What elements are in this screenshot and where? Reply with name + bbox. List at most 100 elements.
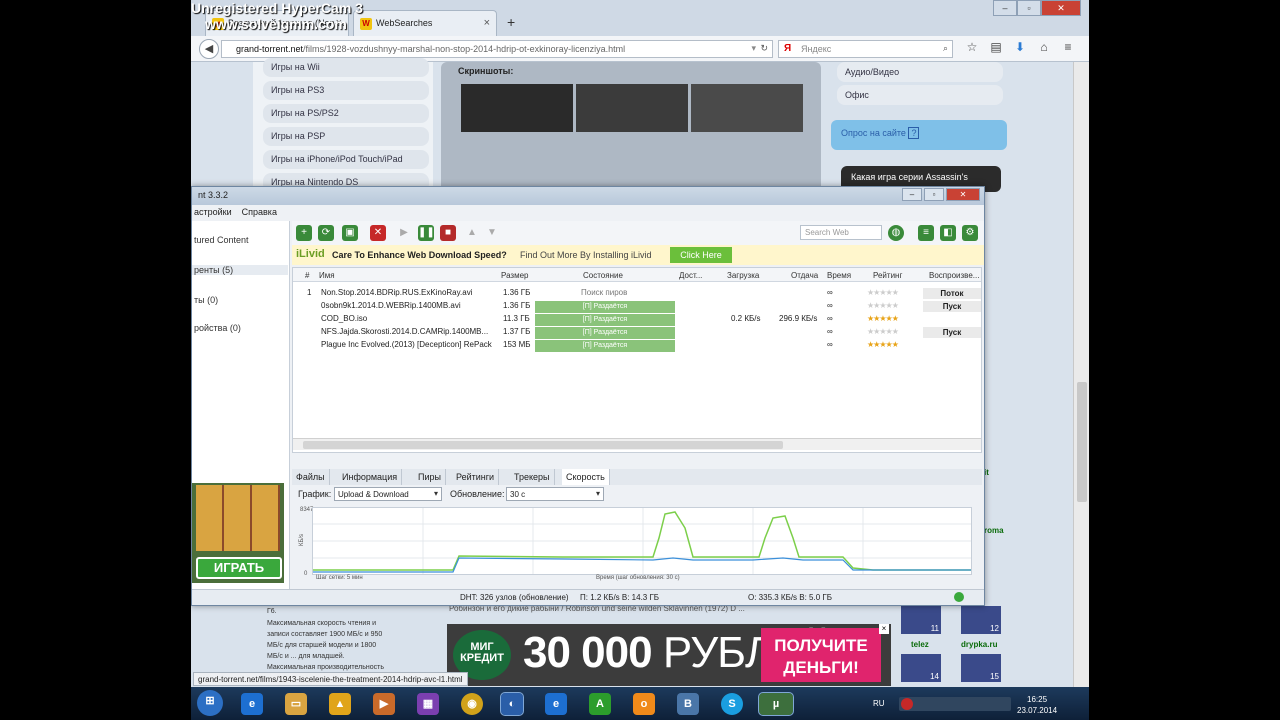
side-thumb[interactable]: 14 (901, 654, 941, 682)
table-row[interactable]: NFS.Jajda.Skorosti.2014.D.CAMRip.1400MB.… (293, 325, 981, 339)
minimize-button[interactable]: – (993, 0, 1017, 16)
stop-icon[interactable]: ■ (440, 225, 456, 241)
side-thumb[interactable]: 11 (901, 606, 941, 634)
tab-peers[interactable]: Пиры (414, 469, 446, 485)
add-torrent-icon[interactable]: + (296, 225, 312, 241)
scrollbar-thumb[interactable] (1077, 382, 1087, 502)
utorrent-title-bar[interactable]: nt 3.3.2 – ▫ ✕ (192, 187, 984, 205)
site-menu-iphone[interactable]: Игры на iPhone/iPod Touch/iPad (263, 150, 429, 169)
bookmark-star-icon[interactable]: ☆ (963, 40, 981, 54)
play-button[interactable]: Пуск (923, 301, 981, 312)
taskbar-clock[interactable]: 16:25 23.07.2014 (1017, 694, 1057, 716)
ie-icon[interactable]: e (241, 693, 263, 715)
remote-icon[interactable]: ◧ (940, 225, 956, 241)
table-row[interactable]: 1 Non.Stop.2014.BDRip.RUS.ExKinoRay.avi … (293, 286, 981, 299)
scrollbar-thumb[interactable] (303, 441, 783, 449)
col-size[interactable]: Размер (501, 271, 529, 280)
network-ok-icon[interactable] (954, 592, 964, 602)
start-icon[interactable]: ▶ (396, 225, 412, 241)
utorrent-taskbar-icon[interactable]: µ (758, 692, 794, 716)
poll-title[interactable]: Опрос на сайте (841, 128, 906, 138)
downloads-icon[interactable]: ⬇ (1011, 40, 1029, 54)
search-icon[interactable]: ⌕ (943, 43, 948, 54)
thumb-label[interactable]: telez (911, 640, 929, 649)
stream-button[interactable]: Поток (923, 288, 981, 299)
screenshot-thumb[interactable] (576, 84, 688, 132)
col-time[interactable]: Время (827, 271, 851, 280)
col-upload[interactable]: Отдача (791, 271, 818, 280)
col-name[interactable]: Имя (319, 271, 335, 280)
odnoklassniki-icon[interactable]: o (633, 693, 655, 715)
status-dht[interactable]: DHT: 326 узлов (обновление) (460, 593, 569, 602)
list-horizontal-scrollbar[interactable] (293, 438, 981, 450)
globe-icon[interactable]: ◍ (888, 225, 904, 241)
minimize-button[interactable]: – (902, 188, 922, 201)
gear-icon[interactable]: ⚙ (962, 225, 978, 241)
screenshot-thumb[interactable] (691, 84, 803, 132)
menu-help[interactable]: Справка (242, 207, 277, 221)
site-menu-office[interactable]: Офис (837, 85, 1003, 105)
help-icon[interactable]: ? (908, 127, 920, 139)
rating-stars[interactable]: ★★★★★ (867, 301, 899, 310)
create-torrent-icon[interactable]: ▣ (342, 225, 358, 241)
web-search-input[interactable]: Search Web (800, 225, 882, 240)
col-play[interactable]: Воспроизве... (929, 271, 979, 280)
col-rating[interactable]: Рейтинг (873, 271, 902, 280)
col-state[interactable]: Состояние (583, 271, 623, 280)
close-icon[interactable]: × (484, 17, 490, 29)
move-up-icon[interactable]: ▲ (464, 225, 480, 241)
chrome-icon[interactable]: ◉ (461, 693, 483, 715)
avast-icon[interactable]: ▲ (329, 693, 351, 715)
col-avail[interactable]: Дост... (679, 271, 702, 280)
play-game-button[interactable]: ИГРАТЬ (196, 557, 282, 579)
url-input[interactable]: grand-torrent.net/films/1928-vozdushnyy-… (221, 40, 773, 58)
record-icon[interactable] (901, 698, 913, 710)
tab-files[interactable]: Файлы (292, 469, 330, 485)
rating-stars[interactable]: ★★★★★ (867, 288, 899, 297)
graph-type-select[interactable]: Upload & Download (334, 487, 442, 501)
side-thumb[interactable]: 15 (961, 654, 1001, 682)
table-row[interactable]: Plague Inc Evolved.(2013) [Decepticon] R… (293, 338, 981, 352)
system-tray[interactable] (899, 697, 1011, 711)
thumb-label[interactable]: roma (984, 526, 1004, 535)
page-scrollbar[interactable] (1073, 62, 1089, 687)
col-download[interactable]: Загрузка (727, 271, 759, 280)
site-menu-audio-video[interactable]: Аудио/Видео (837, 62, 1003, 82)
rating-stars[interactable]: ★★★★★ (867, 327, 899, 336)
new-tab-button[interactable]: + (507, 14, 515, 30)
update-interval-select[interactable]: 30 с (506, 487, 604, 501)
home-icon[interactable]: ⌂ (1035, 40, 1053, 54)
browser-tab-websearches[interactable]: W WebSearches × (353, 10, 497, 36)
screenshot-thumb[interactable] (461, 84, 573, 132)
start-button-icon[interactable]: ⊞ (197, 690, 223, 716)
remove-icon[interactable]: ✕ (370, 225, 386, 241)
dropdown-arrow-icon[interactable]: ▾ (751, 43, 756, 54)
video-editor-icon[interactable]: ▦ (417, 693, 439, 715)
list-view-icon[interactable]: ≡ (918, 225, 934, 241)
rating-stars[interactable]: ★★★★★ (867, 314, 899, 323)
sidebar-item-featured[interactable]: tured Content (192, 235, 249, 245)
game-ad[interactable]: ИГРАТЬ (192, 483, 284, 583)
language-indicator[interactable]: RU (873, 699, 885, 708)
skype-icon[interactable]: S (721, 693, 743, 715)
menu-settings[interactable]: астройки (194, 207, 232, 221)
reload-icon[interactable]: ↻ (760, 43, 768, 54)
sidebar-item-torrents[interactable]: ренты (5) (192, 265, 288, 275)
bookmarks-list-icon[interactable]: ▤ (987, 40, 1005, 54)
tab-info[interactable]: Информация (338, 469, 403, 485)
explorer-icon[interactable]: ▭ (285, 693, 307, 715)
close-window-button[interactable]: ✕ (1041, 0, 1081, 16)
site-menu-ps3[interactable]: Игры на PS3 (263, 81, 429, 100)
move-down-icon[interactable]: ▼ (484, 225, 500, 241)
ilivid-click-here-button[interactable]: Click Here (670, 247, 732, 263)
app-a-icon[interactable]: A (589, 693, 611, 715)
maximize-button[interactable]: ▫ (924, 188, 944, 201)
thumb-label[interactable]: drypka.ru (961, 640, 997, 649)
site-menu-psp[interactable]: Игры на PSP (263, 127, 429, 146)
site-menu-wii[interactable]: Игры на Wii (263, 58, 429, 77)
table-row[interactable]: COD_BO.iso 11.3 ГБ [П] Раздаётся 0.2 КБ/… (293, 312, 981, 326)
vk-icon[interactable]: B (677, 693, 699, 715)
ad-cta-button[interactable]: ПОЛУЧИТЕ ДЕНЬГИ! (761, 628, 881, 682)
site-menu-ps-ps2[interactable]: Игры на PS/PS2 (263, 104, 429, 123)
side-thumb[interactable]: 12 (961, 606, 1001, 634)
